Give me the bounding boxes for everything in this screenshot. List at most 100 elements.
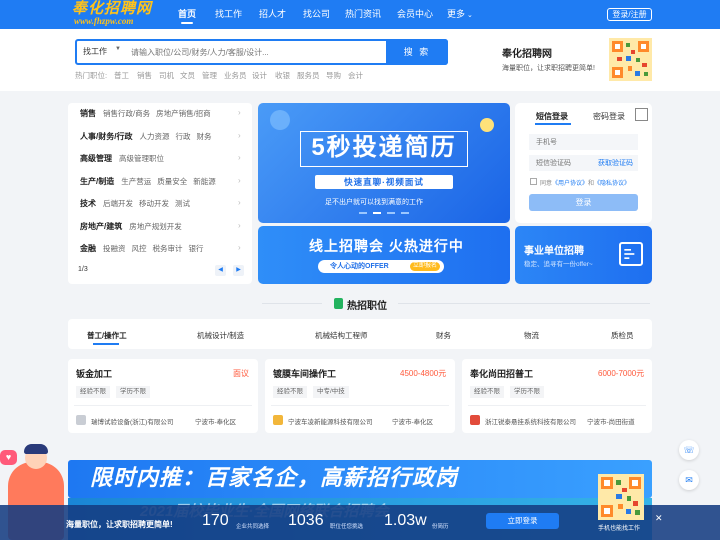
- qr-login-icon[interactable]: [635, 108, 648, 121]
- category-row[interactable]: 技术 后端开发 移动开发 测试: [80, 197, 196, 211]
- tab-job-category[interactable]: 机械设计/制造: [197, 330, 244, 341]
- get-code-button[interactable]: 获取验证码: [598, 158, 633, 168]
- brand-subtitle: 海量职位，让求职招聘更简单!: [502, 65, 595, 72]
- tab-job-category[interactable]: 财务: [436, 330, 451, 341]
- category-main[interactable]: 高级管理: [80, 154, 112, 163]
- public-institution-subtitle: 稳定、追寻有一份offer~: [524, 261, 593, 268]
- category-sub[interactable]: 银行: [189, 244, 204, 253]
- tab-password-login[interactable]: 密码登录: [593, 111, 625, 122]
- carousel-dot[interactable]: [359, 212, 367, 214]
- category-row[interactable]: 金融 投融资 风控 税务审计 银行: [80, 242, 210, 256]
- category-sub[interactable]: 质量安全: [157, 177, 187, 186]
- tab-job-category[interactable]: 质检员: [611, 330, 634, 341]
- stat-label: 份简历: [432, 524, 449, 530]
- job-location: 宁波市-尚田街道: [587, 419, 635, 426]
- job-title[interactable]: 镀膜车间操作工: [273, 367, 336, 380]
- document-icon: [619, 242, 643, 266]
- privacy-agreement-link[interactable]: 《隐私协议》: [594, 181, 630, 187]
- bottom-bar-slogan: 海量职位，让求职招聘更简单!: [66, 520, 173, 529]
- search-button[interactable]: 搜 索: [386, 39, 448, 65]
- job-title[interactable]: 奉化尚田招普工: [470, 367, 533, 380]
- category-main[interactable]: 生产/制造: [80, 177, 114, 186]
- close-icon[interactable]: ✕: [655, 513, 663, 524]
- category-main[interactable]: 金融: [80, 244, 96, 253]
- hot-keyword[interactable]: 服务员: [297, 70, 320, 81]
- chat-icon[interactable]: ✉: [679, 470, 699, 490]
- category-sub[interactable]: 财务: [196, 132, 211, 141]
- caret-down-icon[interactable]: ▼: [115, 46, 121, 52]
- hot-keyword[interactable]: 文员: [180, 70, 195, 81]
- hot-keyword[interactable]: 收银: [275, 70, 290, 81]
- job-salary: 4500-4800元: [400, 369, 447, 378]
- category-sub[interactable]: 房地产规划开发: [129, 222, 182, 231]
- hot-keyword[interactable]: 普工: [114, 70, 129, 81]
- tab-job-category[interactable]: 物流: [524, 330, 539, 341]
- hot-keyword[interactable]: 销售: [137, 70, 152, 81]
- category-main[interactable]: 人事/财务/行政: [80, 132, 132, 141]
- hot-keyword[interactable]: 业务员: [224, 70, 247, 81]
- job-title[interactable]: 钣金加工: [76, 367, 112, 380]
- category-row[interactable]: 生产/制造 生产营运 质量安全 新能源: [80, 175, 222, 189]
- category-sub[interactable]: 销售行政/商务: [103, 109, 150, 118]
- nav-find-talent[interactable]: 招人才: [259, 0, 286, 29]
- nav-find-company[interactable]: 找公司: [303, 0, 330, 29]
- site-logo[interactable]: 奉化招聘网: [72, 2, 152, 17]
- category-main[interactable]: 销售: [80, 109, 96, 118]
- company-name[interactable]: 宁波车凌新能源科技有限公司: [288, 416, 373, 426]
- category-page-indicator: 1/3: [78, 266, 88, 273]
- tab-job-category[interactable]: 机械结构工程师: [315, 330, 368, 341]
- hot-keyword[interactable]: 设计: [252, 70, 267, 81]
- login-submit-button[interactable]: 登录: [529, 194, 638, 211]
- next-page-button[interactable]: ▶: [233, 265, 244, 276]
- category-sub[interactable]: 税务审计: [153, 244, 183, 253]
- login-register-button[interactable]: 登录/注册: [607, 8, 652, 21]
- category-sub[interactable]: 高级管理职位: [119, 154, 164, 163]
- category-row[interactable]: 销售 销售行政/商务 房地产销售/招商: [80, 107, 217, 121]
- nav-news[interactable]: 热门资讯: [345, 0, 381, 29]
- search-type-select[interactable]: 找工作: [83, 46, 107, 57]
- stat-number: 1036: [288, 512, 324, 529]
- chevron-right-icon: ›: [238, 221, 241, 230]
- login-now-button[interactable]: 立即登录: [486, 513, 559, 529]
- category-main[interactable]: 房地产/建筑: [80, 222, 122, 231]
- category-sub[interactable]: 行政: [175, 132, 190, 141]
- category-sub[interactable]: 投融资: [103, 244, 126, 253]
- category-row[interactable]: 高级管理 高级管理职位: [80, 152, 170, 166]
- nav-member-center[interactable]: 会员中心: [397, 0, 433, 29]
- category-sub[interactable]: 房地产销售/招商: [156, 109, 211, 118]
- nav-more[interactable]: 更多 ⌄: [447, 0, 473, 29]
- nav-home[interactable]: 首页: [178, 0, 196, 29]
- category-sub[interactable]: 后端开发: [103, 199, 133, 208]
- category-sub[interactable]: 移动开发: [139, 199, 169, 208]
- hot-keyword[interactable]: 导购: [326, 70, 341, 81]
- tab-job-category[interactable]: 普工/操作工: [87, 330, 127, 341]
- job-fair-signup-button[interactable]: 立即报名: [410, 262, 440, 271]
- company-name[interactable]: 瑞博试验设备(浙江)有限公司: [91, 416, 173, 426]
- company-name[interactable]: 浙江锐泰悬挂系统科技有限公司: [485, 416, 576, 426]
- category-row[interactable]: 人事/财务/行政 人力资源 行政 财务: [80, 130, 217, 144]
- tab-sms-login[interactable]: 短信登录: [536, 111, 568, 122]
- decor-bubble: [480, 118, 494, 132]
- phone-input[interactable]: [529, 134, 638, 150]
- carousel-dot[interactable]: [401, 212, 409, 214]
- hot-keyword[interactable]: 管理: [202, 70, 217, 81]
- user-agreement-link[interactable]: 《用户协议》: [552, 181, 588, 187]
- hot-keyword[interactable]: 司机: [159, 70, 174, 81]
- category-row[interactable]: 房地产/建筑 房地产规划开发: [80, 220, 188, 234]
- search-input[interactable]: [131, 43, 381, 61]
- prev-page-button[interactable]: ◀: [215, 265, 226, 276]
- category-sub[interactable]: 新能源: [193, 177, 216, 186]
- category-main[interactable]: 技术: [80, 199, 96, 208]
- stat-label: 企业共同选择: [236, 524, 270, 530]
- phone-icon[interactable]: ☏: [679, 440, 699, 460]
- category-sub[interactable]: 测试: [175, 199, 190, 208]
- carousel-dot-active[interactable]: [373, 212, 381, 214]
- category-sub[interactable]: 生产营运: [121, 177, 151, 186]
- category-sub[interactable]: 人力资源: [139, 132, 169, 141]
- job-tag: 学历不限: [116, 386, 150, 398]
- carousel-dot[interactable]: [387, 212, 395, 214]
- agree-checkbox[interactable]: [530, 178, 537, 185]
- nav-find-job[interactable]: 找工作: [215, 0, 242, 29]
- hot-keyword[interactable]: 会计: [348, 70, 363, 81]
- category-sub[interactable]: 风控: [132, 244, 147, 253]
